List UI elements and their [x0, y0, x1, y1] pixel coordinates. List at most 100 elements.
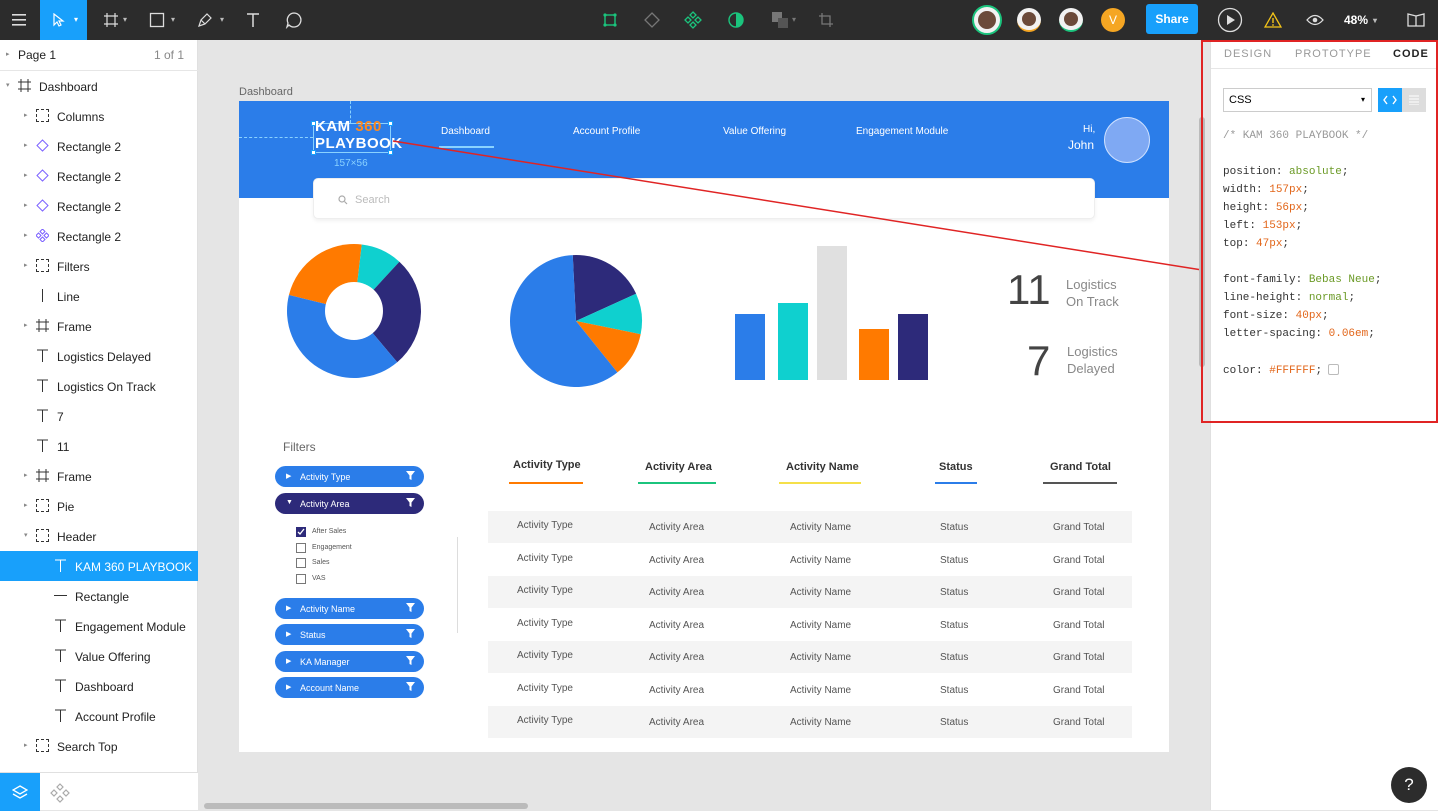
table-row[interactable]: Activity Type Activity Area Activity Name S…: [488, 511, 1132, 543]
avatar[interactable]: [1015, 0, 1043, 40]
pen-tool-button[interactable]: ▾: [190, 0, 230, 40]
expand-arrow-icon[interactable]: ▸: [24, 201, 28, 209]
table-row[interactable]: Activity Type Activity Area Activity Name S…: [488, 641, 1132, 673]
create-component-icon[interactable]: [681, 0, 705, 40]
expand-arrow-icon[interactable]: ▸: [24, 141, 28, 149]
layer-row[interactable]: ▸ Rectangle 2: [0, 131, 198, 161]
zoom-menu[interactable]: 48% ▾: [1344, 0, 1388, 40]
mask-icon[interactable]: [724, 0, 748, 40]
horizontal-scrollbar[interactable]: [204, 803, 528, 809]
layer-row[interactable]: ▸ Rectangle 2: [0, 161, 198, 191]
column-header[interactable]: Grand Total: [1050, 461, 1111, 473]
layer-row[interactable]: ▾ Header: [0, 521, 198, 551]
nav-dashboard[interactable]: Dashboard: [441, 126, 490, 137]
checkbox[interactable]: [296, 542, 306, 553]
layer-row[interactable]: KAM 360 PLAYBOOK: [0, 551, 198, 581]
layer-row[interactable]: Logistics Delayed: [0, 341, 198, 371]
nav-account-profile[interactable]: Account Profile: [573, 126, 640, 137]
table-row[interactable]: Activity Type Activity Area Activity Name S…: [488, 673, 1132, 706]
tab-prototype[interactable]: PROTOTYPE: [1295, 48, 1372, 60]
menu-icon[interactable]: [0, 0, 38, 40]
frame-label[interactable]: Dashboard: [239, 86, 293, 98]
present-button[interactable]: [1216, 0, 1244, 40]
table-row[interactable]: Activity Type Activity Area Activity Name S…: [488, 608, 1132, 641]
column-header[interactable]: Status: [939, 461, 973, 473]
layer-row[interactable]: Value Offering: [0, 641, 198, 671]
expand-arrow-icon[interactable]: ▸: [24, 741, 28, 749]
user-avatar[interactable]: [1104, 117, 1150, 163]
boolean-icon[interactable]: ▾: [766, 0, 802, 40]
layer-row[interactable]: ▸ Search Top: [0, 731, 198, 761]
tab-code[interactable]: CODE: [1393, 48, 1429, 60]
table-row[interactable]: Activity Type Activity Area Activity Name S…: [488, 576, 1132, 608]
expand-arrow-icon[interactable]: ▸: [24, 231, 28, 239]
components-tab[interactable]: [50, 783, 70, 808]
vertical-scrollbar[interactable]: [1199, 117, 1205, 367]
layer-row[interactable]: ▸ Pie: [0, 491, 198, 521]
move-tool-button[interactable]: ▾: [40, 0, 87, 40]
logo[interactable]: KAM 360 PLAYBOOK: [315, 118, 403, 152]
layer-row[interactable]: Account Profile: [0, 701, 198, 731]
frame-tool-button[interactable]: ▾: [97, 0, 133, 40]
layer-row[interactable]: ▸ Rectangle 2: [0, 191, 198, 221]
canvas[interactable]: Dashboard KAM 360 PLAYBOOK 157×56 Dashbo…: [198, 40, 1210, 810]
search-input[interactable]: Search: [313, 178, 1095, 219]
filter-pill[interactable]: ▶ Activity Name: [275, 598, 424, 619]
filter-pill[interactable]: ▶ Activity Type: [275, 466, 424, 487]
layer-row[interactable]: ▸ Columns: [0, 101, 198, 131]
table-row[interactable]: Activity Type Activity Area Activity Name S…: [488, 706, 1132, 738]
avatar[interactable]: [1057, 0, 1085, 40]
avatar[interactable]: [971, 0, 1003, 40]
layer-row[interactable]: ▸ Frame: [0, 311, 198, 341]
filter-pill[interactable]: ▶ KA Manager: [275, 651, 424, 672]
expand-arrow-icon[interactable]: ▸: [24, 261, 28, 269]
crop-icon[interactable]: [815, 0, 837, 40]
column-header[interactable]: Activity Name: [786, 461, 859, 473]
filter-pill[interactable]: ▶ Status: [275, 624, 424, 645]
layer-row[interactable]: ▸ Filters: [0, 251, 198, 281]
list-view-button[interactable]: [1402, 88, 1426, 112]
page-selector[interactable]: ▸ Page 1 1 of 1: [0, 40, 198, 70]
layer-row[interactable]: Dashboard: [0, 671, 198, 701]
expand-arrow-icon[interactable]: ▸: [24, 171, 28, 179]
layer-row[interactable]: 7: [0, 401, 198, 431]
layer-row[interactable]: ▸ Frame: [0, 461, 198, 491]
book-icon[interactable]: [1404, 0, 1428, 40]
filter-pill[interactable]: ▼ Activity Area: [275, 493, 424, 514]
column-header[interactable]: Activity Area: [645, 461, 712, 473]
checkbox[interactable]: [296, 573, 306, 584]
warning-icon[interactable]: [1262, 0, 1284, 40]
code-view-button[interactable]: [1378, 88, 1402, 112]
checkbox[interactable]: [296, 527, 306, 537]
nav-value-offering[interactable]: Value Offering: [723, 126, 786, 137]
expand-arrow-icon[interactable]: ▾: [24, 531, 28, 539]
layer-row[interactable]: ▸ Rectangle 2: [0, 221, 198, 251]
checkbox[interactable]: [296, 558, 306, 568]
expand-arrow-icon[interactable]: ▸: [24, 471, 28, 479]
comment-tool-button[interactable]: [281, 0, 307, 40]
help-button[interactable]: ?: [1391, 767, 1427, 803]
layer-row[interactable]: Engagement Module: [0, 611, 198, 641]
tab-design[interactable]: DESIGN: [1224, 48, 1272, 60]
layer-row[interactable]: Rectangle: [0, 581, 198, 611]
table-row[interactable]: Activity Type Activity Area Activity Name S…: [488, 543, 1132, 576]
expand-arrow-icon[interactable]: ▸: [24, 111, 28, 119]
avatar[interactable]: V: [1099, 0, 1127, 40]
layer-row[interactable]: ▾ Dashboard: [0, 71, 198, 101]
nav-engagement-module[interactable]: Engagement Module: [856, 126, 948, 137]
layer-row[interactable]: Logistics On Track: [0, 371, 198, 401]
layers-tab[interactable]: [0, 773, 40, 811]
expand-arrow-icon[interactable]: ▸: [24, 321, 28, 329]
dashboard-frame[interactable]: KAM 360 PLAYBOOK 157×56 Dashboard Accoun…: [239, 101, 1169, 752]
shape-tool-button[interactable]: ▾: [143, 0, 181, 40]
component-frame-icon[interactable]: [598, 0, 622, 40]
layer-row[interactable]: 11: [0, 431, 198, 461]
language-select[interactable]: CSS ▾: [1223, 88, 1372, 112]
column-header[interactable]: Activity Type: [513, 459, 581, 471]
text-tool-button[interactable]: [240, 0, 266, 40]
share-button[interactable]: Share: [1146, 4, 1198, 34]
filter-pill[interactable]: ▶ Account Name: [275, 677, 424, 698]
eye-icon[interactable]: [1302, 0, 1328, 40]
reset-instance-icon[interactable]: [640, 0, 664, 40]
expand-arrow-icon[interactable]: ▾: [6, 81, 10, 89]
